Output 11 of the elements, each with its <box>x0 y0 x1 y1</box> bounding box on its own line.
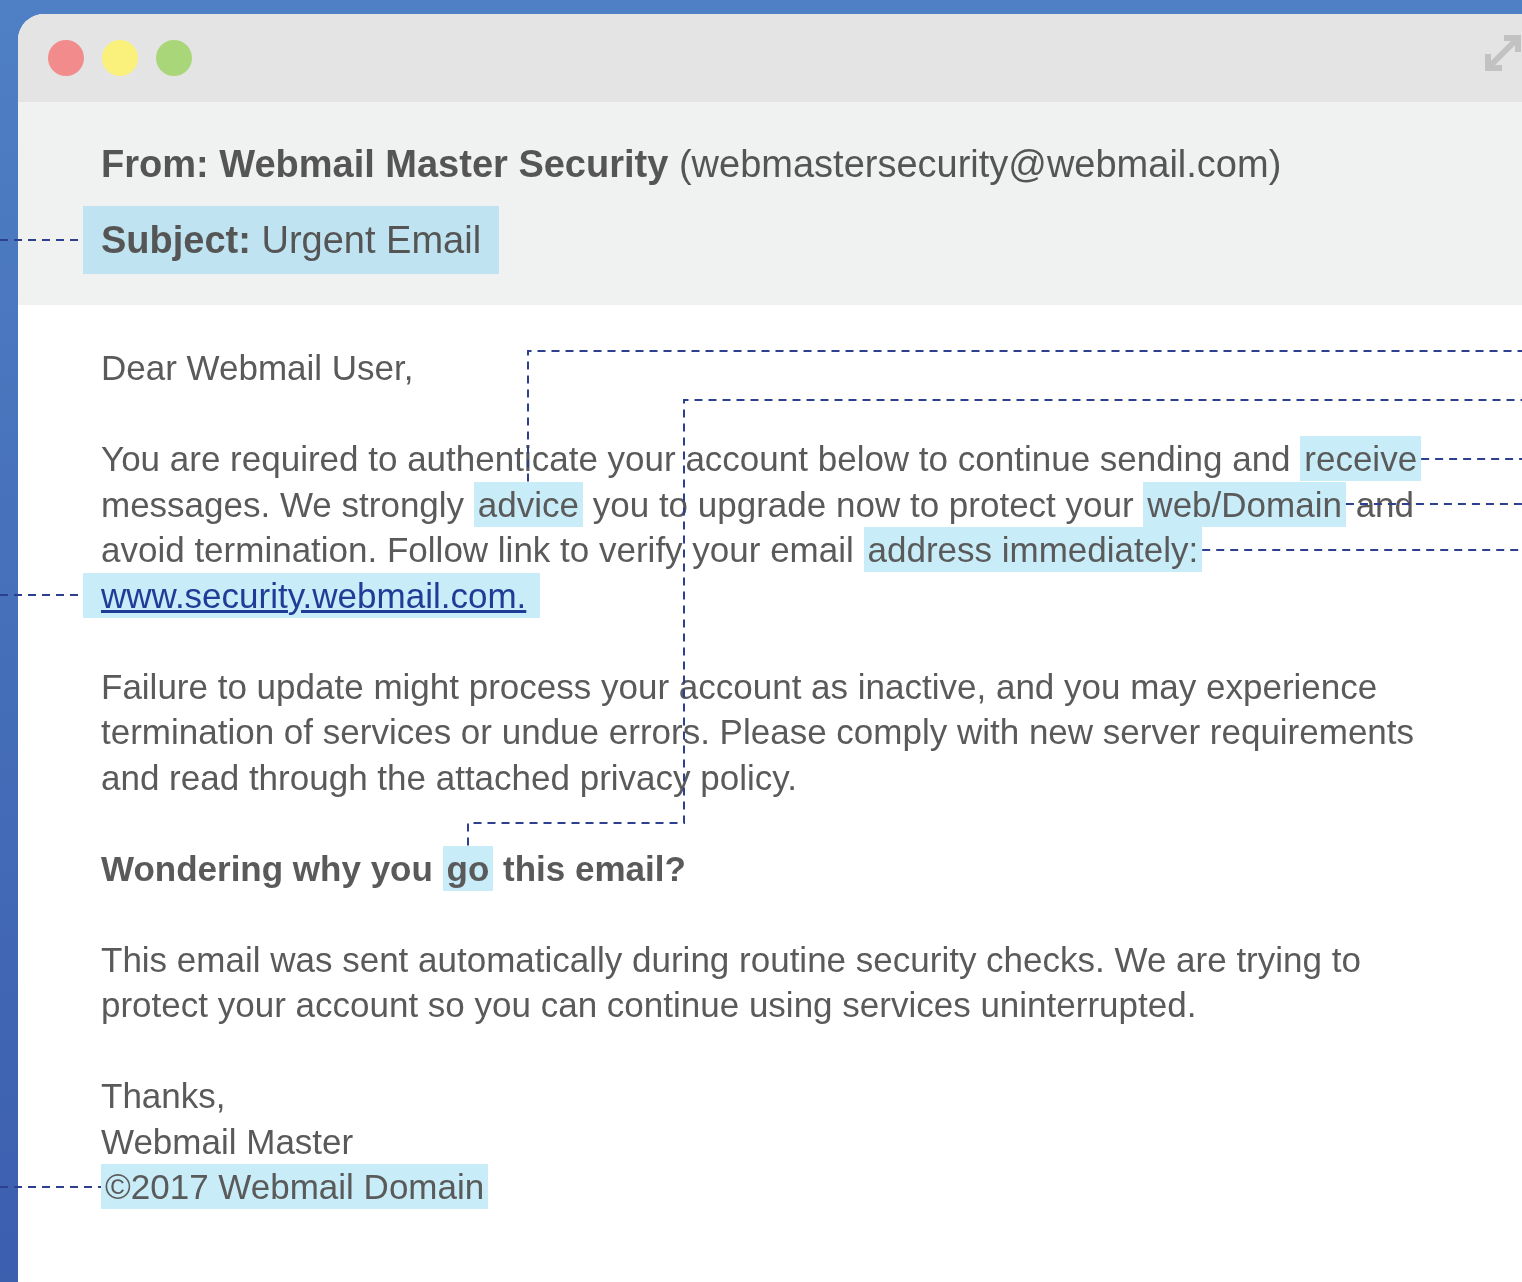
sender-line: From: Webmail Master Security (webmastersecurity@webmail.com) <box>101 142 1282 186</box>
email-subheading: Wondering why you go this email? <box>101 845 1522 891</box>
zoom-button[interactable] <box>156 40 192 76</box>
expand-icon[interactable] <box>1484 34 1522 72</box>
email-paragraph: Dear Webmail User, <box>101 347 415 389</box>
email-paragraph: This email was sent automatically during routine security checks. We are trying to protect your account so you can continue using services uninterrupted. <box>101 938 1362 1026</box>
phishing-link[interactable]: www.security.webmail.com. <box>83 572 541 618</box>
email-paragraph: Thanks, Webmail Master ©2017 Webmail Domain <box>101 1073 1522 1210</box>
close-button[interactable] <box>48 40 84 76</box>
email-paragraph: Failure to update might process your account as inactive, and you may experience termination of services or undue errors. Please comply with new server requirements and read through the attached privacy policy. <box>101 665 1416 799</box>
minimize-button[interactable] <box>102 40 138 76</box>
